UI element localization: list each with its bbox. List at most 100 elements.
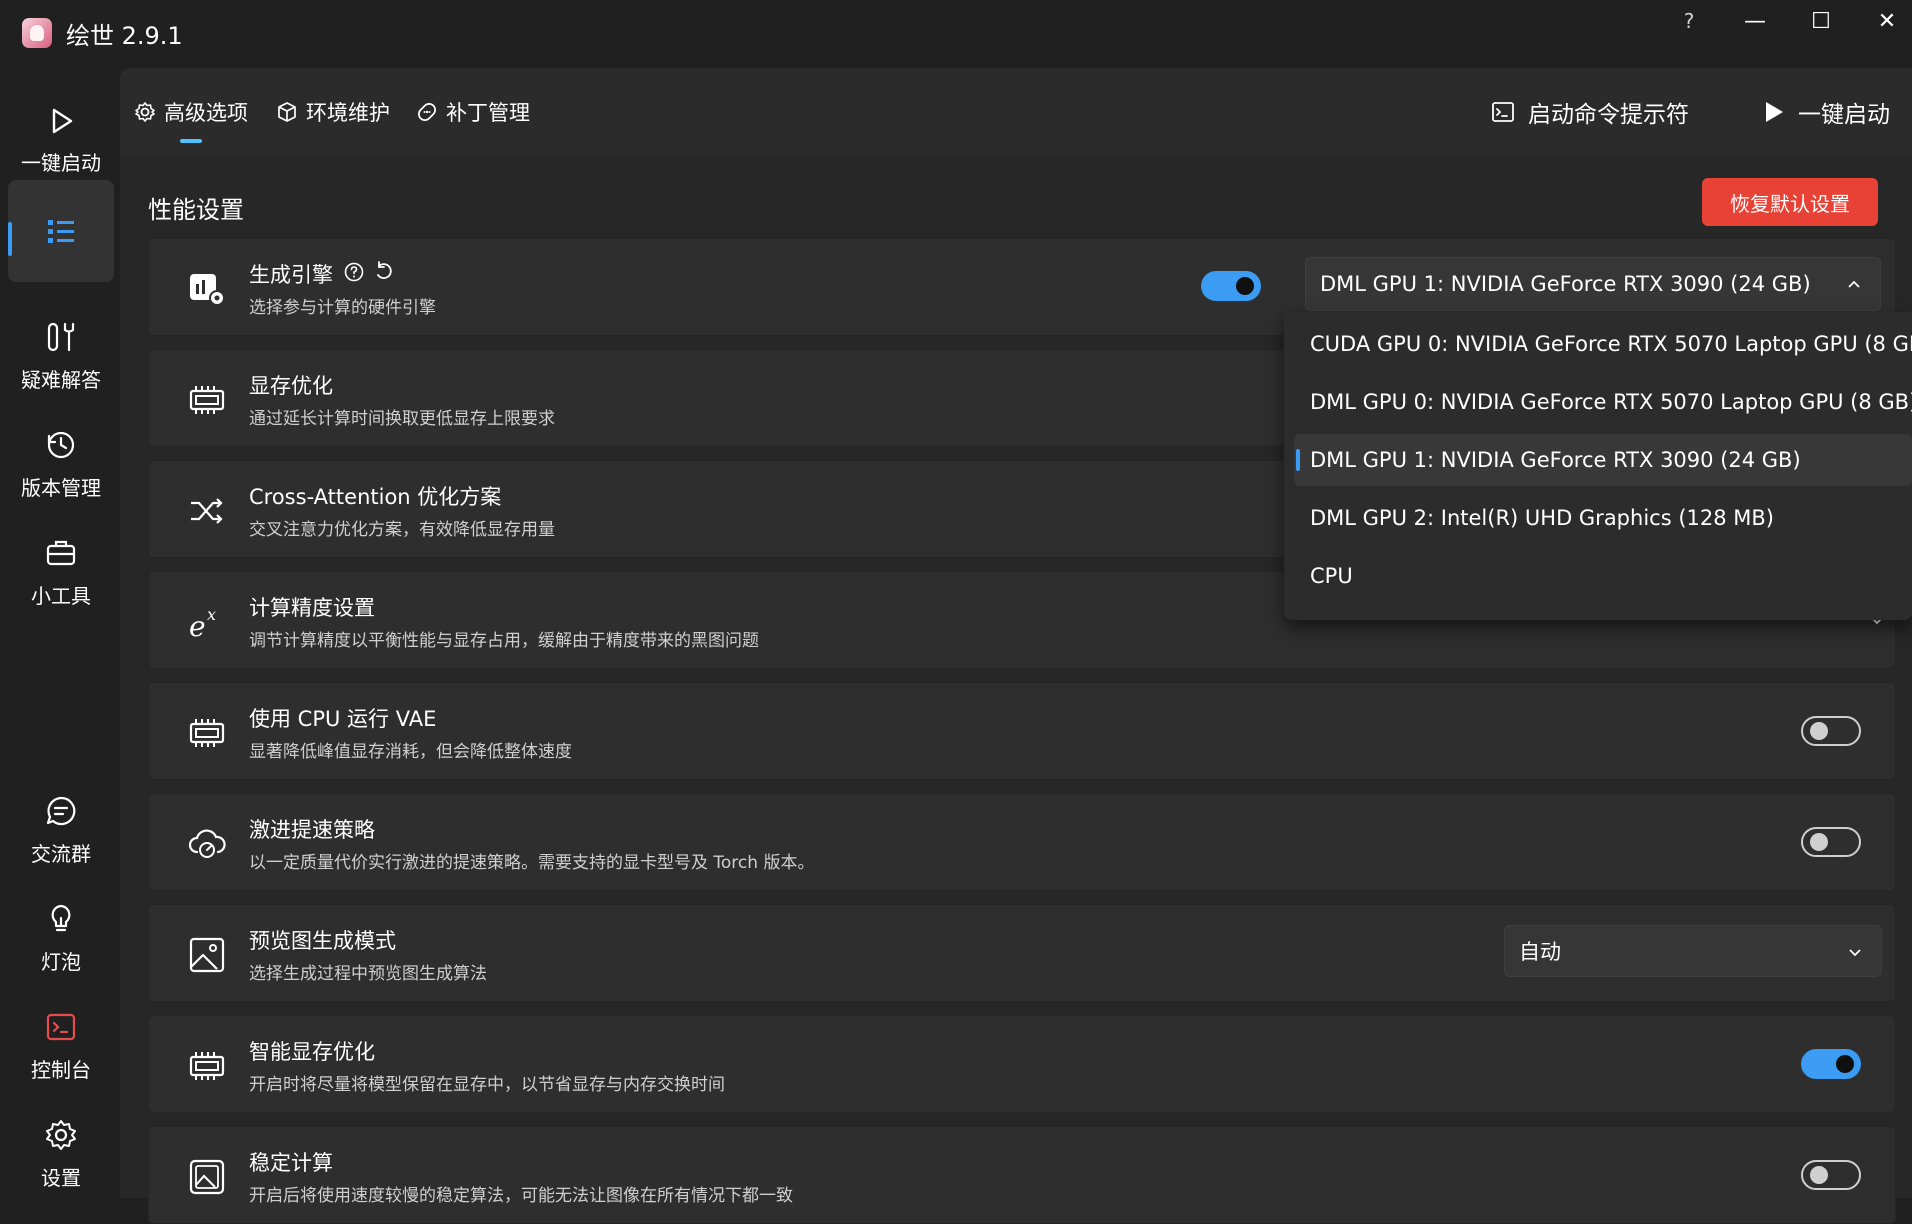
setting-description: 交叉注意力优化方案，有效降低显存用量 xyxy=(249,520,555,540)
cloud-speed-icon xyxy=(188,829,226,858)
nav-item-community[interactable]: 交流群 xyxy=(8,778,114,882)
one-click-launch-button[interactable]: 一键启动 xyxy=(1760,92,1890,132)
nav-label: 一键启动 xyxy=(21,150,101,175)
minimize-button[interactable]: — xyxy=(1722,0,1788,42)
setting-description: 选择生成过程中预览图生成算法 xyxy=(249,964,487,984)
active-tab-indicator xyxy=(180,139,202,143)
nav-label: 设置 xyxy=(41,1165,81,1190)
tab-label: 补丁管理 xyxy=(446,101,530,125)
play-icon xyxy=(52,108,73,133)
package-icon xyxy=(278,102,296,122)
image-stack-icon xyxy=(189,1159,225,1195)
dropdown-option[interactable]: DML GPU 0: NVIDIA GeForce RTX 5070 Lapto… xyxy=(1294,376,1912,428)
nav-item-tools[interactable]: 小工具 xyxy=(8,520,114,624)
chevron-up-icon xyxy=(1848,280,1860,288)
setting-card-preview-mode: 预览图生成模式 选择生成过程中预览图生成算法 自动 xyxy=(148,904,1896,1002)
maximize-button[interactable]: ☐ xyxy=(1788,0,1854,42)
nav-label: 控制台 xyxy=(31,1057,91,1082)
tab-environment[interactable]: 环境维护 xyxy=(276,94,390,130)
aggressive-speedup-toggle[interactable] xyxy=(1801,827,1861,857)
tab-bar: 高级选项 环境维护 补丁管理 启动命令提示符 一键启动 xyxy=(120,68,1912,156)
dropdown-option-label: DML GPU 1: NVIDIA GeForce RTX 3090 (24 G… xyxy=(1310,448,1801,472)
reset-defaults-button[interactable]: 恢复默认设置 xyxy=(1702,178,1878,226)
preview-mode-select[interactable]: 自动 xyxy=(1504,925,1882,977)
window-title: 绘世 2.9.1 xyxy=(66,22,183,50)
nav-item-troubleshoot[interactable]: 疑难解答 xyxy=(8,304,114,408)
nav-active-indicator xyxy=(8,222,12,256)
setting-title: Cross-Attention 优化方案 xyxy=(249,485,502,509)
chevron-down-icon xyxy=(1849,949,1861,957)
setting-description: 显著降低峰值显存消耗，但会降低整体速度 xyxy=(249,742,572,762)
close-button[interactable]: ✕ xyxy=(1854,0,1912,42)
list-icon xyxy=(48,220,74,243)
setting-description: 选择参与计算的硬件引擎 xyxy=(249,298,436,318)
tools-icon xyxy=(47,322,75,351)
title-bar: 绘世 2.9.1 ? — ☐ ✕ xyxy=(0,0,1912,68)
svg-text:e: e xyxy=(189,610,206,642)
nav-label: 小工具 xyxy=(31,583,91,608)
launch-cmd-button[interactable]: 启动命令提示符 xyxy=(1490,92,1689,132)
svg-text:x: x xyxy=(207,605,216,624)
nav-item-advanced[interactable] xyxy=(8,180,114,282)
nav-item-console[interactable]: 控制台 xyxy=(8,994,114,1098)
nav-label: 灯泡 xyxy=(41,949,81,974)
lightbulb-icon xyxy=(51,904,71,931)
setting-description: 以一定质量代价实行激进的提速策略。需要支持的显卡型号及 Torch 版本。 xyxy=(249,853,815,873)
memory-chip-icon xyxy=(189,719,225,747)
setting-description: 调节计算精度以平衡性能与显存占用，缓解由于精度带来的黑图问题 xyxy=(249,631,759,651)
setting-title: 显存优化 xyxy=(249,374,333,398)
launch-cmd-label: 启动命令提示符 xyxy=(1528,102,1689,128)
cpu-vae-toggle[interactable] xyxy=(1801,716,1861,746)
undo-icon[interactable] xyxy=(373,261,395,283)
engine-select[interactable]: DML GPU 1: NVIDIA GeForce RTX 3090 (24 G… xyxy=(1305,257,1881,311)
help-circle-icon[interactable] xyxy=(343,261,365,283)
history-icon xyxy=(47,431,75,458)
setting-title: 预览图生成模式 xyxy=(249,929,396,953)
patch-icon xyxy=(418,103,436,121)
console-icon xyxy=(46,1013,76,1040)
smart-vram-toggle[interactable] xyxy=(1801,1049,1861,1079)
setting-card-stable-compute: 稳定计算 开启后将使用速度较慢的稳定算法，可能无法让图像在所有情况下都一致 xyxy=(148,1126,1896,1224)
setting-card-aggressive-speedup: 激进提速策略 以一定质量代价实行激进的提速策略。需要支持的显卡型号及 Torch… xyxy=(148,793,1896,891)
setting-description: 开启后将使用速度较慢的稳定算法，可能无法让图像在所有情况下都一致 xyxy=(249,1186,793,1206)
setting-title: 生成引擎 xyxy=(249,263,333,287)
tab-patches[interactable]: 补丁管理 xyxy=(416,94,530,130)
dropdown-option-selected[interactable]: DML GPU 1: NVIDIA GeForce RTX 3090 (24 G… xyxy=(1294,434,1912,486)
help-button[interactable]: ? xyxy=(1656,0,1722,42)
nav-item-lightbulb[interactable]: 灯泡 xyxy=(8,886,114,990)
image-icon xyxy=(189,937,225,973)
nav-item-launch[interactable]: 一键启动 xyxy=(8,88,114,192)
dropdown-option[interactable]: CPU xyxy=(1294,550,1912,602)
engine-icon xyxy=(190,274,225,306)
preview-mode-value: 自动 xyxy=(1519,940,1561,964)
nav-label: 交流群 xyxy=(31,841,91,866)
tab-advanced-options[interactable]: 高级选项 xyxy=(134,94,248,130)
section-title: 性能设置 xyxy=(148,196,244,224)
nav-item-versions[interactable]: 版本管理 xyxy=(8,412,114,516)
nav-item-settings[interactable]: 设置 xyxy=(8,1102,114,1206)
setting-description: 通过延长计算时间换取更低显存上限要求 xyxy=(249,409,555,429)
dropdown-option[interactable]: CUDA GPU 0: NVIDIA GeForce RTX 5070 Lapt… xyxy=(1294,318,1912,370)
setting-description: 开启时将尽量将模型保留在显存中，以节省显存与内存交换时间 xyxy=(249,1075,725,1095)
memory-chip-icon xyxy=(189,386,225,414)
engine-toggle[interactable] xyxy=(1201,271,1261,301)
setting-title: 使用 CPU 运行 VAE xyxy=(249,707,437,731)
setting-card-cpu-vae: 使用 CPU 运行 VAE 显著降低峰值显存消耗，但会降低整体速度 xyxy=(148,682,1896,780)
tab-label: 环境维护 xyxy=(306,101,390,125)
dropdown-option[interactable]: DML GPU 2: Intel(R) UHD Graphics (128 MB… xyxy=(1294,492,1912,544)
setting-title: 激进提速策略 xyxy=(249,818,375,842)
chat-icon xyxy=(46,796,76,825)
setting-title: 稳定计算 xyxy=(249,1151,333,1175)
toolbox-icon xyxy=(46,540,76,565)
nav-label: 疑难解答 xyxy=(21,367,101,392)
main-content: 高级选项 环境维护 补丁管理 启动命令提示符 一键启动 性能设置 恢复默认设置 … xyxy=(120,68,1912,1224)
terminal-icon xyxy=(1492,102,1514,122)
selection-marker xyxy=(1296,449,1300,471)
tab-label: 高级选项 xyxy=(164,101,248,125)
gear-icon xyxy=(46,1119,76,1150)
setting-title: 计算精度设置 xyxy=(249,596,375,620)
engine-dropdown-menu: CUDA GPU 0: NVIDIA GeForce RTX 5070 Lapt… xyxy=(1284,312,1912,620)
stable-compute-toggle[interactable] xyxy=(1801,1160,1861,1190)
play-icon xyxy=(1766,102,1783,122)
engine-select-value: DML GPU 1: NVIDIA GeForce RTX 3090 (24 G… xyxy=(1320,272,1811,296)
